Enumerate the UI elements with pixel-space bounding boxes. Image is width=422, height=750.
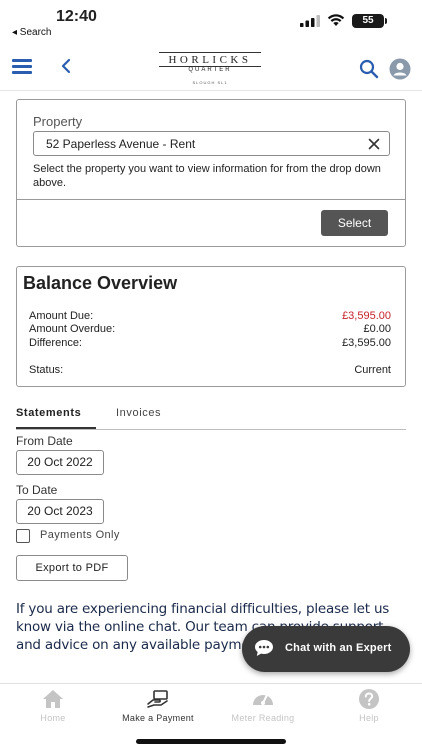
menu-icon[interactable] — [12, 59, 32, 74]
back-chevron-icon[interactable] — [58, 56, 74, 76]
logo-name: HORLICKS — [168, 54, 252, 66]
active-tab-indicator — [16, 427, 96, 429]
home-icon — [43, 690, 63, 708]
logo-sub: QUARTER — [188, 67, 232, 73]
nav-label-make-payment: Make a Payment — [122, 713, 194, 723]
home-indicator — [136, 739, 286, 744]
horlicks-quarter-logo: HORLICKS QUARTER SLOUGH SL1 — [155, 52, 265, 86]
balance-row-label: Difference: — [29, 337, 82, 349]
status-label: Status: — [29, 364, 64, 376]
property-divider — [17, 199, 405, 200]
payments-only-checkbox[interactable] — [16, 529, 30, 543]
header-divider — [0, 90, 422, 91]
nav-label-home: Home — [40, 713, 66, 723]
balance-row-value: £0.00 — [363, 323, 391, 335]
nav-label-help: Help — [359, 713, 379, 723]
app-header: HORLICKS QUARTER SLOUGH SL1 — [0, 46, 422, 90]
payments-only-label[interactable]: Payments Only — [40, 529, 120, 541]
cellular-signal-icon — [300, 15, 320, 27]
statement-tabs: Statements Invoices — [16, 404, 406, 430]
tab-statements[interactable]: Statements — [16, 407, 81, 419]
clock: 12:40 — [56, 8, 97, 25]
wifi-icon — [327, 14, 345, 26]
tab-invoices[interactable]: Invoices — [116, 407, 161, 419]
property-dropdown[interactable]: 52 Paperless Avenue - Rent — [33, 131, 390, 156]
search-icon[interactable] — [358, 58, 380, 80]
status-value: Current — [354, 364, 391, 376]
to-date-field[interactable]: 20 Oct 2023 — [16, 499, 104, 524]
help-question-icon — [359, 689, 379, 709]
from-date-field[interactable]: 20 Oct 2022 — [16, 450, 104, 475]
property-help-text: Select the property you want to view inf… — [33, 163, 381, 189]
to-date-label: To Date — [16, 483, 58, 497]
nav-item-make-payment[interactable]: Make a Payment — [116, 688, 200, 723]
balance-row-label: Amount Due: — [29, 310, 94, 322]
meter-gauge-icon — [253, 694, 273, 705]
property-selected-value: 52 Paperless Avenue - Rent — [46, 137, 196, 151]
logo-location: SLOUGH SL1 — [192, 80, 228, 85]
nav-item-home[interactable]: Home — [11, 688, 95, 723]
status-bar: 12:40 ◂ Search 55 — [0, 0, 422, 46]
property-label: Property — [33, 114, 83, 129]
property-card: Property 52 Paperless Avenue - Rent Sele… — [16, 99, 406, 247]
nav-item-meter-reading[interactable]: Meter Reading — [221, 688, 305, 723]
chat-button-label: Chat with an Expert — [285, 642, 392, 654]
nav-label-meter-reading: Meter Reading — [231, 713, 295, 723]
balance-row-value: £3,595.00 — [342, 310, 391, 322]
balance-row-label: Amount Overdue: — [29, 323, 116, 335]
balance-row-value: £3,595.00 — [342, 337, 391, 349]
clear-icon[interactable] — [367, 137, 381, 151]
export-to-pdf-button[interactable]: Export to PDF — [16, 555, 128, 581]
balance-overview-card: Balance Overview Amount Due: £3,595.00 A… — [16, 266, 406, 387]
battery-icon: 55 — [352, 14, 387, 28]
payment-hand-card-icon — [147, 690, 168, 708]
from-date-label: From Date — [16, 434, 73, 448]
chat-bubble-icon — [255, 640, 273, 656]
profile-avatar-icon[interactable] — [389, 58, 411, 80]
back-to-search-link[interactable]: ◂ Search — [12, 27, 51, 38]
chat-with-expert-button[interactable]: Chat with an Expert — [242, 626, 410, 672]
nav-item-help[interactable]: Help — [327, 688, 411, 723]
balance-title: Balance Overview — [23, 273, 178, 293]
select-button[interactable]: Select — [321, 210, 388, 236]
